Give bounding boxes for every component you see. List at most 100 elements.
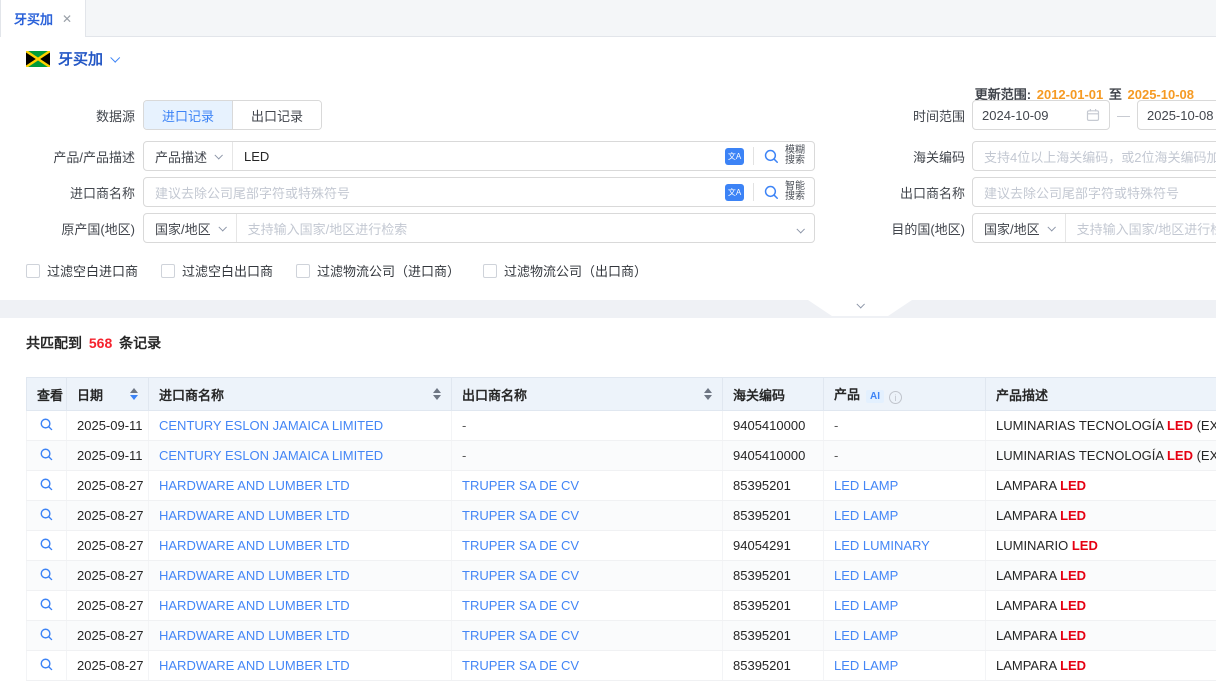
exporter-name-input[interactable]: 建议去除公司尾部字符或特殊符号 — [972, 177, 1216, 207]
hs-code-input[interactable]: 支持4位以上海关编码，或2位海关编码加上 — [972, 141, 1216, 171]
count-number: 568 — [86, 335, 115, 351]
filter-checkbox-row: 过滤空白进口商 过滤空白出口商 过滤物流公司（进口商） 过滤物流公司（出口商） — [26, 261, 647, 280]
sort-date-icon[interactable] — [130, 388, 138, 400]
column-header-exporter[interactable]: 出口商名称 — [452, 378, 723, 411]
product-link[interactable]: LED LAMP — [834, 658, 898, 673]
origin-country-input[interactable]: 支持输入国家/地区进行检索 — [237, 219, 797, 238]
description-text: LAMPARA — [996, 658, 1060, 673]
checkbox-icon[interactable] — [161, 264, 175, 278]
exporter-link[interactable]: TRUPER SA DE CV — [462, 658, 579, 673]
translate-icon[interactable]: 文A — [725, 184, 744, 201]
importer-link[interactable]: HARDWARE AND LUMBER LTD — [159, 598, 350, 613]
panel-divider — [0, 300, 1216, 318]
exporter-empty: - — [462, 448, 466, 463]
filter-row-company: 进口商名称 建议去除公司尾部字符或特殊符号 文A 智能 搜索 出口商名称 建议去… — [0, 177, 1216, 207]
fuzzy-search-button[interactable]: 模糊 搜索 — [754, 146, 814, 166]
filter-checkbox-2[interactable]: 过滤物流公司（进口商） — [296, 261, 460, 280]
exporter-link[interactable]: TRUPER SA DE CV — [462, 598, 579, 613]
view-detail-icon[interactable] — [39, 507, 54, 522]
view-detail-icon[interactable] — [39, 417, 54, 432]
exporter-link[interactable]: TRUPER SA DE CV — [462, 568, 579, 583]
checkbox-label: 过滤空白进口商 — [47, 261, 138, 280]
view-detail-icon[interactable] — [39, 657, 54, 672]
product-link[interactable]: LED LAMP — [834, 508, 898, 523]
filter-checkbox-3[interactable]: 过滤物流公司（出口商） — [483, 261, 647, 280]
product-link[interactable]: LED LAMP — [834, 568, 898, 583]
column-header-importer[interactable]: 进口商名称 — [149, 378, 452, 411]
product-search-input[interactable]: LED — [233, 149, 725, 164]
end-date-input[interactable]: 2025-10-08 — [1137, 100, 1216, 130]
checkbox-icon[interactable] — [296, 264, 310, 278]
cell-product: LED LAMP — [824, 621, 986, 651]
sort-exporter-icon[interactable] — [704, 388, 712, 400]
origin-country-select-value: 国家/地区 — [155, 219, 211, 238]
chevron-down-icon[interactable] — [110, 53, 120, 63]
description-text: LAMPARA — [996, 508, 1060, 523]
importer-link[interactable]: HARDWARE AND LUMBER LTD — [159, 478, 350, 493]
importer-link[interactable]: HARDWARE AND LUMBER LTD — [159, 658, 350, 673]
importer-link[interactable]: CENTURY ESLON JAMAICA LIMITED — [159, 418, 383, 433]
view-detail-icon[interactable] — [39, 597, 54, 612]
cell-product: LED LAMP — [824, 561, 986, 591]
tab-jamaica[interactable]: 牙买加 ✕ — [0, 0, 86, 37]
exporter-link[interactable]: TRUPER SA DE CV — [462, 538, 579, 553]
importer-name-input[interactable]: 建议去除公司尾部字符或特殊符号 — [144, 183, 725, 202]
hs-code-label: 海关编码 — [815, 147, 965, 166]
cell-hscode: 9405410000 — [723, 441, 824, 471]
time-range-label: 时间范围 — [815, 106, 965, 125]
checkbox-icon[interactable] — [26, 264, 40, 278]
filter-checkbox-0[interactable]: 过滤空白进口商 — [26, 261, 138, 280]
exporter-link[interactable]: TRUPER SA DE CV — [462, 628, 579, 643]
sort-importer-icon[interactable] — [433, 388, 441, 400]
table-row: 2025-09-11CENTURY ESLON JAMAICA LIMITED-… — [27, 441, 1216, 471]
filter-checkbox-1[interactable]: 过滤空白出口商 — [161, 261, 273, 280]
product-link[interactable]: LED LAMP — [834, 598, 898, 613]
cell-hscode: 94054291 — [723, 531, 824, 561]
checkbox-icon[interactable] — [483, 264, 497, 278]
description-text: LAMPARA — [996, 478, 1060, 493]
view-detail-icon[interactable] — [39, 477, 54, 492]
exporter-link[interactable]: TRUPER SA DE CV — [462, 508, 579, 523]
importer-link[interactable]: HARDWARE AND LUMBER LTD — [159, 628, 350, 643]
view-detail-icon[interactable] — [39, 537, 54, 552]
smart-search-button[interactable]: 智能 搜索 — [754, 182, 814, 202]
destination-country-input[interactable]: 支持输入国家/地区进行检索 — [1066, 219, 1216, 238]
importer-link[interactable]: HARDWARE AND LUMBER LTD — [159, 568, 350, 583]
smart-search-line2: 搜索 — [785, 192, 805, 202]
product-empty: - — [834, 418, 838, 433]
export-records-button[interactable]: 出口记录 — [233, 101, 321, 129]
cell-description: LAMPARA LED — [986, 501, 1216, 531]
importer-link[interactable]: CENTURY ESLON JAMAICA LIMITED — [159, 448, 383, 463]
view-detail-icon[interactable] — [39, 567, 54, 582]
importer-link[interactable]: HARDWARE AND LUMBER LTD — [159, 508, 350, 523]
column-header-date[interactable]: 日期 — [67, 378, 149, 411]
start-date-input[interactable]: 2024-10-09 — [972, 100, 1110, 130]
search-icon — [763, 148, 780, 165]
cell-date: 2025-08-27 — [67, 591, 149, 621]
translate-icon[interactable]: 文A — [725, 148, 744, 165]
column-header-description: 产品描述 — [986, 378, 1216, 411]
import-records-button[interactable]: 进口记录 — [144, 101, 233, 129]
info-icon[interactable]: i — [889, 391, 902, 404]
product-link[interactable]: LED LAMP — [834, 478, 898, 493]
importer-link[interactable]: HARDWARE AND LUMBER LTD — [159, 538, 350, 553]
country-header[interactable]: 牙买加 — [26, 48, 118, 69]
view-detail-icon[interactable] — [39, 447, 54, 462]
cell-product: LED LAMP — [824, 651, 986, 681]
close-icon[interactable]: ✕ — [62, 12, 72, 26]
product-link[interactable]: LED LUMINARY — [834, 538, 930, 553]
filter-row-datasource: 数据源 进口记录 出口记录 时间范围 2024-10-09 — 2025-10-… — [0, 100, 1216, 130]
product-link[interactable]: LED LAMP — [834, 628, 898, 643]
destination-country-select[interactable]: 国家/地区 — [973, 214, 1066, 242]
table-row: 2025-08-27HARDWARE AND LUMBER LTDTRUPER … — [27, 531, 1216, 561]
cell-view — [27, 531, 67, 561]
cell-exporter: TRUPER SA DE CV — [452, 501, 723, 531]
exporter-link[interactable]: TRUPER SA DE CV — [462, 478, 579, 493]
product-type-select[interactable]: 产品描述 — [144, 142, 233, 170]
origin-country-select[interactable]: 国家/地区 — [144, 214, 237, 242]
cell-importer: HARDWARE AND LUMBER LTD — [149, 561, 452, 591]
table-row: 2025-08-27HARDWARE AND LUMBER LTDTRUPER … — [27, 651, 1216, 681]
view-detail-icon[interactable] — [39, 627, 54, 642]
cell-hscode: 85395201 — [723, 591, 824, 621]
cell-exporter: TRUPER SA DE CV — [452, 621, 723, 651]
